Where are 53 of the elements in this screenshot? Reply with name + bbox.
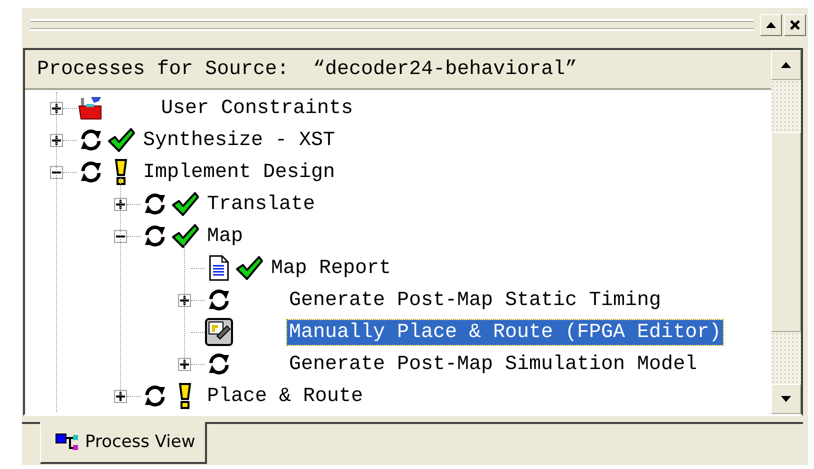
plus-icon [52, 136, 61, 144]
expander-button[interactable] [114, 390, 127, 402]
expander-button[interactable] [114, 198, 127, 210]
exclamation-icon [114, 159, 128, 185]
refresh-icon [79, 160, 103, 184]
panel-header: Processes for Source: “decoder24-behavioral” [25, 50, 771, 90]
close-icon [790, 20, 800, 30]
plus-icon [116, 392, 125, 400]
close-button[interactable] [784, 14, 806, 36]
document-icon [208, 255, 230, 281]
up-arrow-icon [766, 22, 776, 28]
checkmark-icon [107, 127, 135, 153]
tree-item[interactable]: Generate Post-Map Simulation Model [287, 352, 700, 376]
scroll-up-button[interactable] [771, 50, 801, 80]
tree-item[interactable]: Manually Place & Route (FPGA Editor) [287, 320, 724, 344]
refresh-icon [143, 384, 167, 408]
tree-item[interactable]: Implement Design [141, 160, 338, 184]
down-arrow-icon [781, 396, 791, 402]
exclamation-icon [178, 383, 192, 409]
scrollbar-thumb[interactable] [771, 132, 801, 332]
tree-item[interactable]: Map [205, 224, 246, 248]
checkmark-icon [171, 191, 199, 217]
plus-icon [180, 360, 189, 368]
editor-icon [205, 318, 233, 346]
expander-button[interactable] [50, 102, 63, 114]
tree-item[interactable]: Place & Route [205, 384, 366, 408]
tree-item[interactable]: User Constraints [159, 96, 356, 120]
plus-icon [116, 200, 125, 208]
tree-item[interactable]: Translate [205, 192, 318, 216]
expander-button[interactable] [178, 294, 191, 306]
expander-button[interactable] [50, 166, 63, 178]
refresh-icon [143, 192, 167, 216]
expander-button[interactable] [114, 230, 127, 242]
grip-bar[interactable] [30, 19, 754, 31]
hierarchy-icon [55, 432, 79, 452]
expander-button[interactable] [50, 134, 63, 146]
checkmark-icon [235, 255, 263, 281]
tree-item[interactable]: Map Report [269, 256, 394, 280]
refresh-icon [143, 224, 167, 248]
tree-item[interactable]: Generate Post-Map Static Timing [287, 288, 664, 312]
maximize-button[interactable] [760, 14, 782, 36]
scroll-down-button[interactable] [771, 384, 801, 414]
expander-button[interactable] [178, 358, 191, 370]
tab[interactable]: Process View [40, 422, 208, 464]
refresh-icon [207, 352, 231, 376]
refresh-icon [207, 288, 231, 312]
tab-label: Process View [85, 432, 196, 452]
up-arrow-icon [781, 62, 791, 68]
tree-item[interactable]: Synthesize - XST [141, 128, 338, 152]
refresh-icon [79, 128, 103, 152]
checkmark-icon [171, 223, 199, 249]
plus-icon [52, 104, 61, 112]
plus-icon [180, 296, 189, 304]
